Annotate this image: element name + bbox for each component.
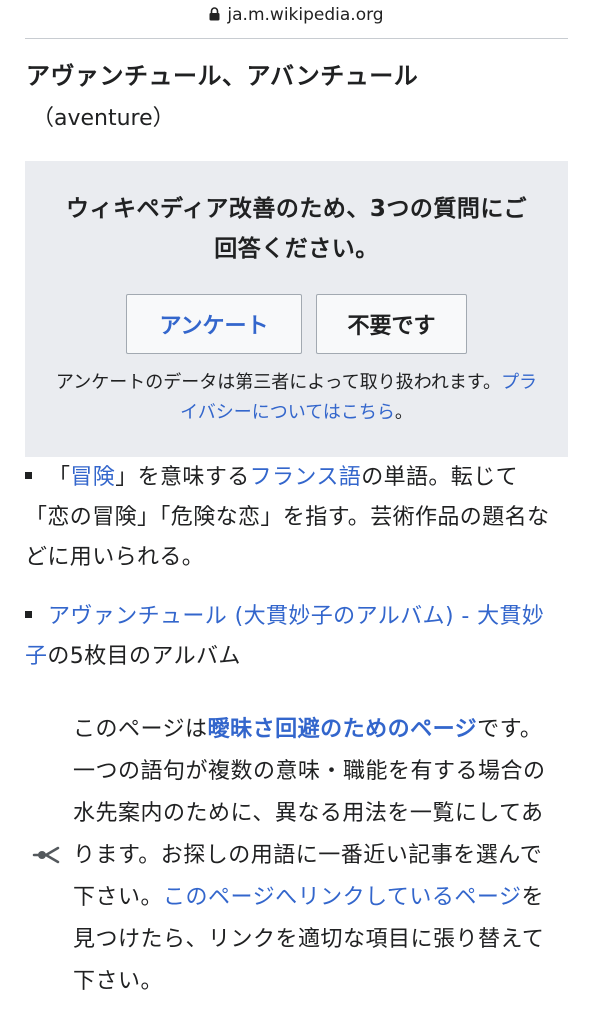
link-boken[interactable]: 冒険: [70, 465, 115, 490]
header-divider: [25, 38, 568, 39]
disambiguation-icon: [32, 844, 62, 870]
survey-yes-button[interactable]: アンケート: [126, 294, 302, 354]
entry-title: アヴァンチュール、アバンチュール: [26, 62, 419, 90]
disambiguation-notice: このページは曖昧さ回避のためのページです。一つの語句が複数の意味・職能を有する場…: [73, 717, 546, 994]
survey-note: アンケートのデータは第三者によって取り扱われます。プライバシーについてはこちら。: [55, 372, 538, 423]
what-links-here-link[interactable]: このページへリンクしているページ: [163, 885, 521, 910]
list-item: 「冒険」を意味するフランス語の単語。転じて「恋の冒険」「危険な恋」を指す。芸術作…: [25, 465, 550, 570]
bullet-marker: [25, 471, 32, 479]
link-french[interactable]: フランス語: [250, 465, 362, 490]
bullet-marker: [25, 610, 32, 618]
entry-subtitle: （aventure）: [32, 106, 175, 131]
survey-no-button[interactable]: 不要です: [316, 294, 467, 354]
disambiguation-page-link[interactable]: 曖昧さ回避のためのページ: [208, 717, 478, 742]
url-text: ja.m.wikipedia.org: [227, 5, 384, 25]
lock-icon: [209, 6, 220, 26]
url-bar[interactable]: ja.m.wikipedia.org: [0, 0, 593, 30]
survey-question: ウィキペディア改善のため、3つの質問にご回答ください。: [66, 196, 527, 262]
survey-banner: ウィキペディア改善のため、3つの質問にご回答ください。 アンケート 不要です ア…: [25, 161, 568, 457]
list-item: アヴァンチュール (大貫妙子のアルバム) - 大貫妙子の5枚目のアルバム: [25, 604, 545, 669]
link-album[interactable]: アヴァンチュール (大貫妙子のアルバム): [48, 604, 454, 629]
